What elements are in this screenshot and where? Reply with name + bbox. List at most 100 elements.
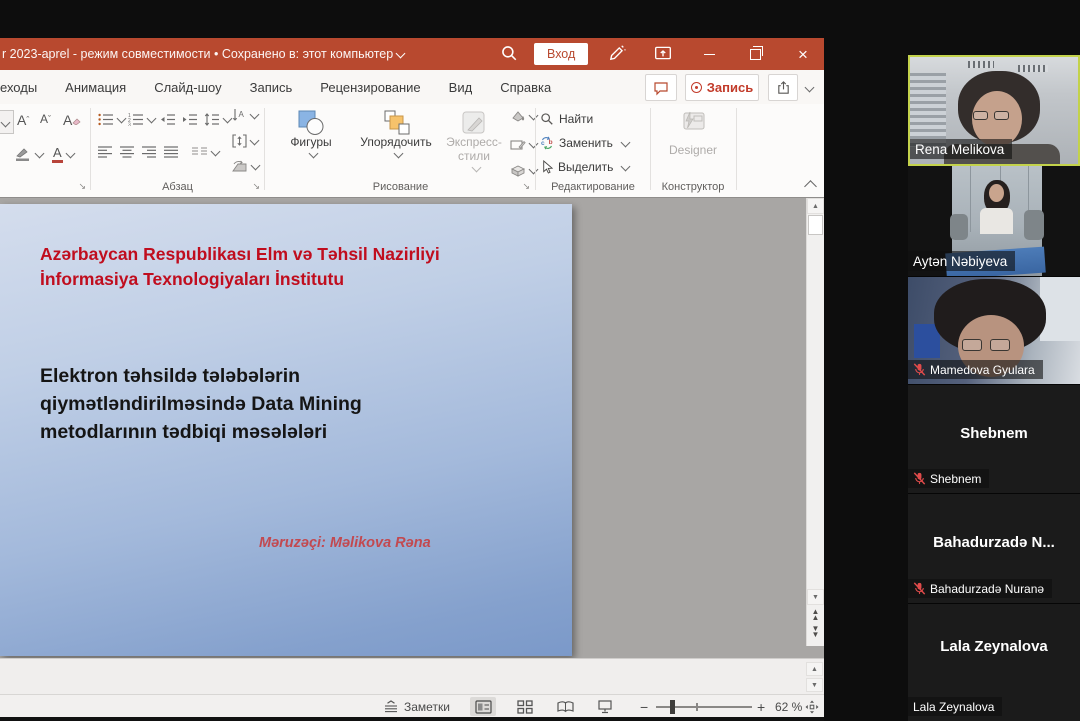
participant-tile-lala[interactable]: Lala Zeynalova Lala Zeynalova bbox=[908, 604, 1080, 721]
dialog-launcher-icon[interactable]: ↘ bbox=[522, 181, 530, 192]
designer-icon bbox=[678, 110, 708, 136]
next-slide-button[interactable]: ▼▼ bbox=[807, 626, 824, 638]
smartart-button[interactable] bbox=[232, 160, 259, 173]
shapes-button[interactable]: Фигуры bbox=[282, 110, 340, 159]
clear-formatting-button[interactable]: A bbox=[63, 112, 81, 128]
scroll-up-button[interactable]: ▲ bbox=[807, 198, 824, 214]
font-color-button[interactable]: A bbox=[52, 146, 74, 163]
zoom-slider-thumb[interactable] bbox=[670, 700, 675, 714]
tab-review[interactable]: Рецензирование bbox=[320, 80, 420, 95]
grow-font-button[interactable]: Aˆ bbox=[17, 112, 29, 128]
line-spacing-button[interactable] bbox=[204, 113, 231, 126]
select-button[interactable]: Выделить bbox=[540, 160, 629, 174]
align-left-button[interactable] bbox=[98, 146, 113, 158]
replace-button[interactable]: bc Заменить bbox=[540, 136, 629, 150]
drawing-group: Фигуры Упорядочить Экспресс-стили Рисова… bbox=[268, 104, 533, 196]
tab-animation[interactable]: Анимация bbox=[65, 80, 126, 95]
participant-tile-bahadurzada[interactable]: Bahadurzadə N... Bahadurzadə Nuranə bbox=[908, 494, 1080, 604]
previous-slide-button[interactable]: ▲▲ bbox=[807, 609, 824, 621]
comments-button[interactable] bbox=[645, 74, 677, 101]
columns-button[interactable] bbox=[192, 146, 219, 158]
svg-text:3: 3 bbox=[128, 123, 131, 127]
shape-fill-button[interactable] bbox=[510, 110, 537, 123]
document-title: r 2023-aprel - режим совместимости • Сох… bbox=[2, 47, 393, 61]
participant-display-name: Lala Zeynalova bbox=[908, 638, 1080, 655]
record-button[interactable]: Запись bbox=[685, 74, 759, 101]
highlight-pen-button[interactable] bbox=[14, 146, 43, 162]
collapse-ribbon-icon[interactable] bbox=[804, 180, 817, 193]
video-participants-panel: Rena Melikova Aytən Nəbiyeva bbox=[824, 0, 1080, 721]
select-icon bbox=[540, 160, 553, 174]
inking-pen-icon[interactable] bbox=[608, 44, 628, 64]
svg-text:c: c bbox=[541, 140, 545, 147]
align-center-button[interactable] bbox=[120, 146, 135, 158]
participant-tile-rena[interactable]: Rena Melikova bbox=[908, 55, 1080, 166]
notes-scroll-down-button[interactable]: ▼ bbox=[806, 678, 823, 692]
screen: r 2023-aprel - режим совместимости • Сох… bbox=[0, 0, 1080, 721]
align-text-button[interactable] bbox=[232, 134, 258, 148]
muted-mic-icon bbox=[913, 363, 926, 376]
arrange-icon bbox=[382, 110, 410, 136]
font-size-box[interactable] bbox=[0, 110, 14, 134]
participant-tile-aytan[interactable]: Aytən Nəbiyeva bbox=[908, 166, 1080, 277]
reading-view-button[interactable] bbox=[552, 697, 578, 716]
slide-sorter-view-button[interactable] bbox=[512, 697, 538, 716]
tab-view[interactable]: Вид bbox=[449, 80, 473, 95]
notes-scroll-up-button[interactable]: ▲ bbox=[806, 662, 823, 676]
close-button[interactable]: × bbox=[786, 38, 820, 70]
normal-view-button[interactable] bbox=[470, 697, 496, 716]
zoom-slider-tick bbox=[696, 703, 698, 711]
tab-slideshow[interactable]: Слайд-шоу bbox=[154, 80, 221, 95]
minimize-button[interactable] bbox=[692, 38, 726, 70]
decrease-indent-button[interactable] bbox=[160, 113, 176, 126]
share-button[interactable] bbox=[768, 74, 798, 101]
chevron-down-icon[interactable] bbox=[396, 48, 406, 58]
chevron-down-icon bbox=[621, 161, 631, 171]
ribbon-tabs: еходы Анимация Слайд-шоу Запись Рецензир… bbox=[0, 70, 551, 104]
numbering-button[interactable]: 123 bbox=[128, 113, 155, 126]
slideshow-view-button[interactable] bbox=[592, 697, 618, 716]
notes-pane[interactable]: ▲ ▼ bbox=[0, 658, 824, 695]
designer-button[interactable]: Designer bbox=[662, 110, 724, 158]
justify-button[interactable] bbox=[164, 146, 179, 158]
scroll-down-button[interactable]: ▼ bbox=[807, 589, 824, 605]
zoom-slider[interactable] bbox=[656, 706, 752, 708]
restore-button[interactable] bbox=[738, 38, 772, 70]
taskbar-strip bbox=[0, 717, 824, 721]
shape-outline-button[interactable] bbox=[510, 138, 537, 151]
find-button[interactable]: Найти bbox=[540, 112, 593, 126]
slide-canvas[interactable]: Azərbaycan Respublikası Elm və Təhsil Na… bbox=[0, 204, 572, 656]
zoom-in-button[interactable]: + bbox=[757, 697, 765, 716]
arrange-button[interactable]: Упорядочить bbox=[350, 110, 442, 159]
shrink-font-button[interactable]: Aˇ bbox=[40, 112, 51, 126]
notes-icon bbox=[383, 700, 399, 713]
dialog-launcher-icon[interactable]: ↘ bbox=[78, 181, 86, 192]
bullets-button[interactable] bbox=[98, 113, 125, 126]
shape-effects-button[interactable] bbox=[510, 164, 537, 177]
tab-transitions[interactable]: еходы bbox=[0, 80, 37, 95]
group-label: Абзац bbox=[92, 181, 263, 193]
participant-tile-shebnem[interactable]: Shebnem Shebnem bbox=[908, 385, 1080, 494]
dialog-launcher-icon[interactable]: ↘ bbox=[252, 181, 260, 192]
increase-indent-button[interactable] bbox=[182, 113, 198, 126]
login-button[interactable]: Вход bbox=[534, 43, 588, 65]
search-icon[interactable] bbox=[500, 44, 520, 64]
ribbon-display-options-icon[interactable] bbox=[654, 44, 674, 64]
scrollbar-thumb[interactable] bbox=[808, 215, 823, 235]
quick-styles-button[interactable]: Экспресс-стили bbox=[446, 110, 502, 173]
zoom-out-button[interactable]: − bbox=[640, 697, 648, 716]
svg-text:A: A bbox=[239, 110, 245, 119]
participant-tile-gyulara[interactable]: Mamedova Gyulara bbox=[908, 277, 1080, 385]
tab-help[interactable]: Справка bbox=[500, 80, 551, 95]
align-right-button[interactable] bbox=[142, 146, 157, 158]
fit-slide-to-window-button[interactable] bbox=[802, 697, 822, 716]
text-direction-button[interactable]: A bbox=[232, 108, 258, 122]
notes-toggle-button[interactable]: Заметки bbox=[383, 697, 450, 716]
zoom-level[interactable]: 62 % bbox=[775, 697, 802, 716]
down-arrow-icon: ▼ bbox=[812, 594, 819, 601]
status-bar: Заметки − + 62 % bbox=[0, 694, 824, 718]
paragraph-group: 123 A Абзац ↘ bbox=[92, 104, 263, 196]
chevron-down-icon[interactable] bbox=[805, 83, 815, 93]
vertical-scrollbar[interactable]: ▲ ▼ ▲▲ ▼▼ bbox=[806, 198, 825, 646]
tab-record[interactable]: Запись bbox=[250, 80, 293, 95]
